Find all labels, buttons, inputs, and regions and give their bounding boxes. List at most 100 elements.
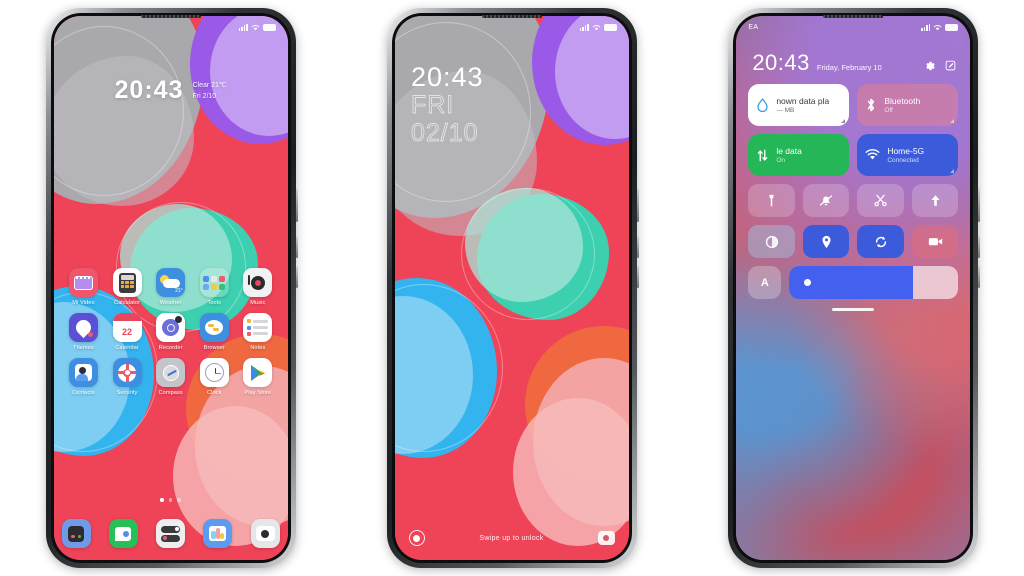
app-mi-video[interactable]: Mi Video [62, 268, 106, 306]
tile-data-usage[interactable]: nown data pla --- MB [748, 84, 850, 126]
volume-down-button[interactable] [978, 266, 981, 288]
page-dot-3[interactable] [177, 498, 181, 502]
expand-corner-icon[interactable] [950, 169, 955, 173]
app-play-store[interactable]: Play Store [236, 358, 280, 396]
wifi-icon [934, 24, 942, 30]
toggle-dark-mode[interactable] [748, 225, 795, 258]
toggle-screenshot[interactable] [857, 184, 904, 217]
tile-subtitle: Off [884, 107, 893, 114]
app-themes[interactable]: Themes [62, 313, 106, 351]
expand-corner-icon[interactable] [950, 119, 955, 123]
tile-bluetooth[interactable]: Bluetooth Off [857, 84, 959, 126]
assistant-button-icon[interactable] [408, 530, 425, 546]
app-compass[interactable]: Compass [149, 358, 193, 396]
gear-icon[interactable] [923, 60, 936, 72]
sun-icon [804, 279, 812, 286]
battery-icon [603, 23, 617, 31]
auto-brightness-button[interactable]: A [748, 266, 782, 299]
signal-icon [921, 23, 931, 31]
toggle-screen-recorder[interactable] [911, 225, 959, 258]
app-music[interactable]: Music [236, 268, 280, 306]
signal-icon [579, 23, 589, 31]
app-label: Clock [206, 390, 222, 396]
tile-title: le data [776, 146, 802, 156]
home-indicator[interactable] [832, 308, 875, 311]
power-button[interactable] [978, 188, 981, 222]
phone-dialer-icon[interactable] [61, 519, 91, 548]
recorder-icon [156, 313, 186, 342]
signal-icon [238, 23, 248, 31]
power-button[interactable] [295, 188, 298, 222]
app-weather[interactable]: 21° Weather [149, 268, 193, 306]
volume-up-button[interactable] [636, 236, 639, 258]
app-notes[interactable]: Notes [236, 313, 280, 351]
toggle-flashlight[interactable] [748, 184, 795, 217]
volume-up-button[interactable] [978, 236, 981, 258]
tile-wifi[interactable]: Home-5G Connected [857, 134, 959, 176]
expand-corner-icon[interactable] [841, 119, 846, 123]
control-center-header: 20:43 Friday, February 10 [752, 52, 956, 74]
page-dot-2[interactable] [168, 498, 173, 502]
app-security[interactable]: Security [105, 358, 149, 396]
volume-up-button[interactable] [295, 236, 298, 258]
tile-subtitle: Connected [887, 157, 919, 164]
screen-recorder-icon [928, 238, 942, 246]
camera-shortcut-icon[interactable] [597, 531, 615, 545]
phone-control-center: EA 20:43 Friday, February 10 nown data p… [728, 8, 981, 568]
wifi-icon [865, 149, 880, 160]
status-bar [54, 16, 288, 38]
tile-subtitle: On [776, 157, 785, 164]
toggle-auto-rotate[interactable] [857, 225, 904, 258]
toggle-cast[interactable] [911, 184, 959, 217]
wifi-icon [592, 24, 601, 30]
music-icon [243, 268, 273, 297]
app-contacts[interactable]: Contacts [62, 358, 106, 396]
tile-subtitle: --- MB [776, 107, 795, 114]
weather-condition: Clear 21℃ [192, 82, 227, 89]
cast-upload-icon [931, 195, 940, 206]
app-browser[interactable]: Browser [192, 313, 236, 351]
battery-icon [945, 23, 959, 31]
brightness-slider[interactable] [789, 266, 959, 299]
app-tools-folder[interactable]: Tools [192, 268, 236, 306]
app-label: Security [116, 390, 138, 396]
tile-title: Home-5G [887, 146, 925, 156]
contacts-icon [68, 358, 98, 387]
app-row: Mi Video Calculator 21° Weather Tools Mu… [62, 268, 280, 306]
toggle-silent[interactable] [802, 184, 850, 217]
home-clock-widget[interactable]: 20:43 Clear 21℃ Fri 2/10 [54, 78, 288, 103]
app-label: Music [250, 300, 266, 306]
lock-date: 02/10 [410, 119, 479, 148]
home-weather-info: Clear 21℃ Fri 2/10 [192, 78, 226, 103]
notes-icon [243, 313, 273, 342]
gallery-icon[interactable] [203, 519, 233, 548]
compass-icon [156, 358, 186, 387]
tools-folder-icon [199, 268, 229, 297]
camera-icon[interactable] [250, 519, 280, 548]
app-clock[interactable]: Clock [192, 358, 236, 396]
control-center-panel: nown data pla --- MB Bluetooth Off le da… [748, 84, 959, 311]
volume-down-button[interactable] [636, 266, 639, 288]
app-label: Themes [73, 345, 94, 351]
app-recorder[interactable]: Recorder [149, 313, 193, 351]
carrier-label: EA [748, 23, 759, 31]
toggle-location[interactable] [802, 225, 850, 258]
weather-temp: 21° [175, 288, 183, 294]
wifi-icon [251, 24, 259, 30]
app-calculator[interactable]: Calculator [105, 268, 149, 306]
messages-icon[interactable] [108, 519, 138, 548]
silent-bell-icon [819, 195, 833, 206]
auto-rotate-icon [875, 236, 886, 247]
volume-down-button[interactable] [295, 266, 298, 288]
page-dot-1[interactable] [160, 498, 164, 502]
edit-icon[interactable] [945, 60, 956, 71]
earpiece-speaker [140, 15, 201, 18]
settings-list-icon[interactable] [156, 519, 186, 548]
lock-clock-time: 20:43 [410, 62, 484, 92]
phone-bezel: 20:43 Clear 21℃ Fri 2/10 Mi Video Calcul… [50, 13, 291, 563]
browser-icon [199, 313, 229, 342]
lock-weekday: FRI [410, 91, 455, 120]
power-button[interactable] [636, 188, 639, 222]
tile-mobile-data[interactable]: le data On [748, 134, 850, 176]
app-calendar[interactable]: 22 Calendar [105, 313, 149, 351]
